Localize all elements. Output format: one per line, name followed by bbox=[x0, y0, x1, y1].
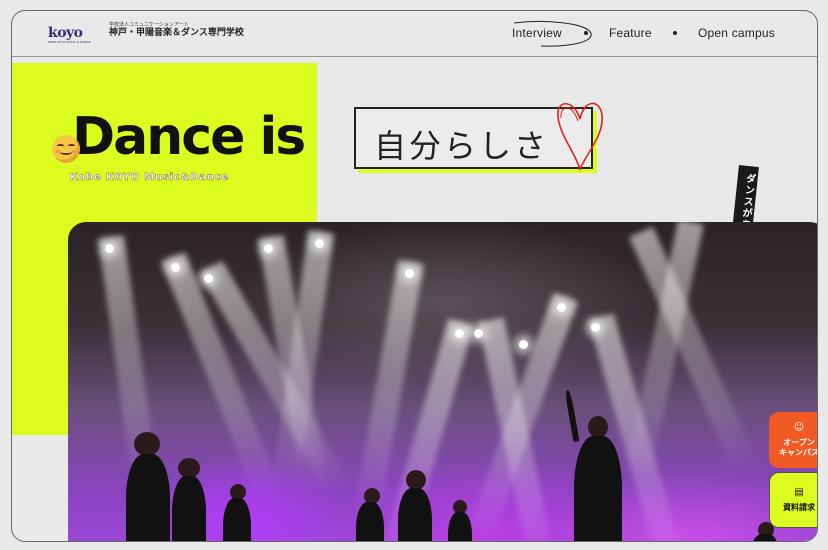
nav-open-campus[interactable]: Open campus bbox=[698, 26, 775, 40]
open-campus-side-button[interactable]: ☺ オープン キャンパス bbox=[769, 412, 818, 468]
hero-headline: Dance is bbox=[72, 107, 306, 167]
request-materials-label: 資料請求 bbox=[783, 502, 815, 512]
heart-doodle-icon bbox=[557, 102, 603, 172]
book-icon: ▤ bbox=[794, 487, 804, 499]
smiling-face-emoji-icon bbox=[52, 135, 80, 163]
handwritten-phrase: 自分らしさ bbox=[374, 127, 550, 165]
school-title[interactable]: 学校法人コミュニケーションアート 神戸・甲陽音楽＆ダンス専門学校 bbox=[109, 22, 244, 38]
koyo-logo[interactable]: koyo KOBE KOYO MUSIC & DANCE bbox=[48, 25, 91, 44]
nav-separator-dot bbox=[584, 31, 588, 35]
open-campus-label: オープン キャンパス bbox=[779, 437, 818, 457]
school-name: 神戸・甲陽音楽＆ダンス専門学校 bbox=[109, 27, 244, 38]
smile-emoji-icon: ☺ bbox=[793, 422, 805, 434]
logo-wordmark: koyo bbox=[48, 25, 83, 41]
logo-subtext: KOBE KOYO MUSIC & DANCE bbox=[48, 40, 91, 44]
hero-dance-photo bbox=[68, 222, 817, 541]
page-frame: koyo KOBE KOYO MUSIC & DANCE 学校法人コミュニケーシ… bbox=[11, 10, 818, 542]
request-materials-side-button[interactable]: ▤ 資料請求 bbox=[769, 472, 817, 528]
hero-tagline: Kobe KOYO Music&Dance bbox=[70, 172, 229, 183]
nav-separator-dot bbox=[673, 31, 677, 35]
site-header: koyo KOBE KOYO MUSIC & DANCE 学校法人コミュニケーシ… bbox=[12, 11, 817, 57]
nav-interview[interactable]: Interview bbox=[512, 26, 562, 40]
nav-feature[interactable]: Feature bbox=[609, 26, 652, 40]
